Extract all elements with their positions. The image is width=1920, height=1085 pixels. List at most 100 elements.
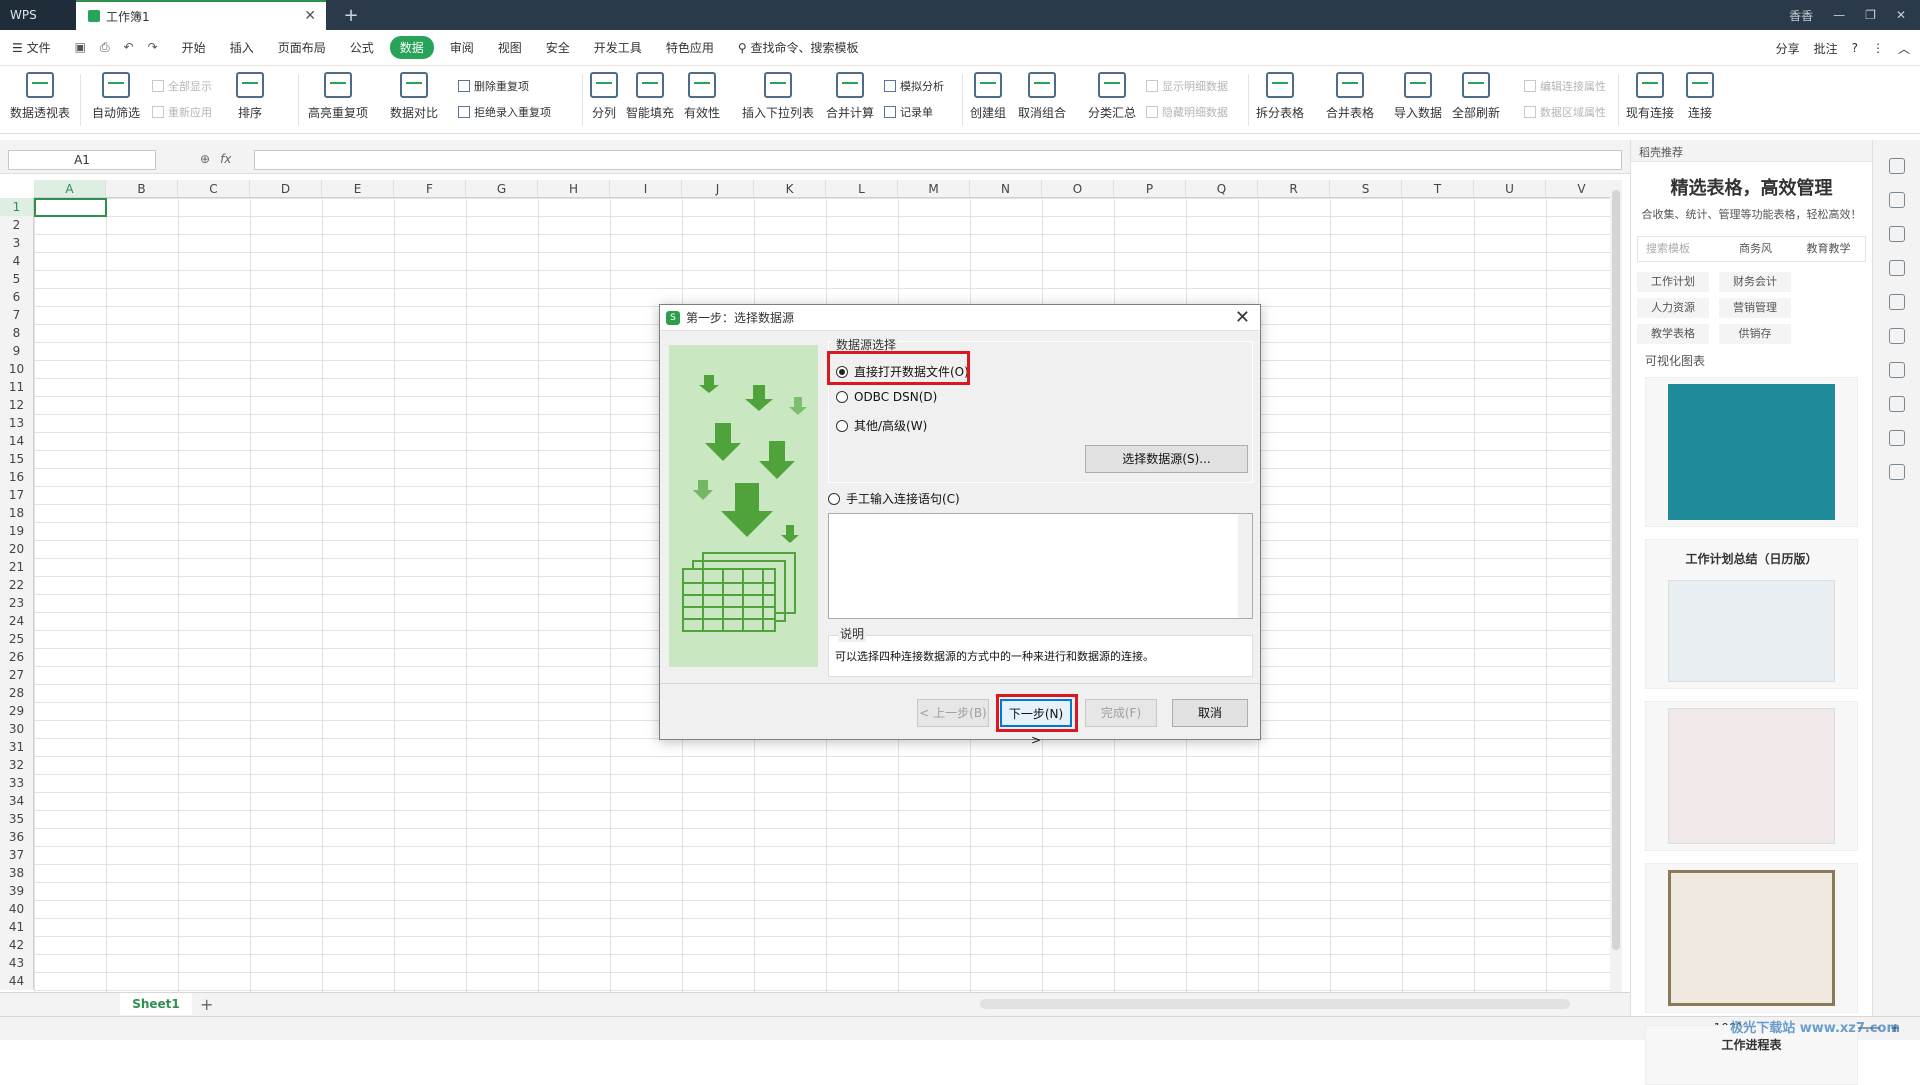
image-icon[interactable] [1889,362,1905,378]
row-header[interactable]: 9 [0,342,33,360]
row-header[interactable]: 16 [0,468,33,486]
smart-fill-button[interactable]: 智能填充 [626,72,674,121]
row-header[interactable]: 12 [0,396,33,414]
panel-header[interactable]: 稻壳推荐 [1631,140,1872,162]
shape-icon[interactable] [1889,192,1905,208]
menu-developer[interactable]: 开发工具 [582,39,654,56]
subtotal-button[interactable]: 分类汇总 [1088,72,1136,121]
template-icon[interactable] [1889,396,1905,412]
column-header[interactable]: B [106,180,178,197]
row-header[interactable]: 24 [0,612,33,630]
formula-input[interactable] [254,150,1622,170]
row-header[interactable]: 8 [0,324,33,342]
fx-icon[interactable]: fx [220,152,231,166]
range-properties-button[interactable]: 数据区域属性 [1524,104,1606,120]
template-card[interactable] [1645,863,1858,1013]
show-detail-button[interactable]: 显示明细数据 [1146,78,1228,94]
template-card[interactable] [1645,701,1858,851]
menu-view[interactable]: 视图 [486,39,534,56]
collapse-ribbon-icon[interactable]: ︿ [1898,40,1910,57]
column-header[interactable]: A [34,180,106,197]
row-header[interactable]: 14 [0,432,33,450]
row-header[interactable]: 3 [0,234,33,252]
tag-business[interactable]: 商务风 [1719,237,1792,261]
column-header[interactable]: N [970,180,1042,197]
connection-string-input[interactable] [828,513,1253,619]
show-all-button[interactable]: 全部显示 [152,78,212,94]
menu-data[interactable]: 数据 [390,36,434,59]
reapply-button[interactable]: 重新应用 [152,104,212,120]
undo-icon[interactable]: ↶ [124,40,134,55]
radio-other-advanced[interactable]: 其他/高级(W) [836,417,927,434]
prev-step-button[interactable]: < 上一步(B) [917,699,989,727]
zoom-function-icon[interactable]: ⊕ [200,152,210,166]
column-header[interactable]: M [898,180,970,197]
row-header[interactable]: 34 [0,792,33,810]
row-header[interactable]: 7 [0,306,33,324]
row-header[interactable]: 23 [0,594,33,612]
row-header[interactable]: 1 [0,198,33,216]
refresh-all-button[interactable]: 全部刷新 [1452,72,1500,121]
table-icon[interactable] [1889,260,1905,276]
row-header[interactable]: 33 [0,774,33,792]
text-to-columns-button[interactable]: 分列 [590,72,618,121]
row-header[interactable]: 19 [0,522,33,540]
scroll-thumb[interactable] [1612,190,1620,950]
column-header[interactable]: R [1258,180,1330,197]
split-table-button[interactable]: 拆分表格 [1256,72,1304,121]
hide-detail-button[interactable]: 隐藏明细数据 [1146,104,1228,120]
row-header[interactable]: 21 [0,558,33,576]
tab-wps[interactable]: WPS [0,0,76,30]
row-header[interactable]: 35 [0,810,33,828]
data-compare-button[interactable]: 数据对比 [390,72,438,121]
close-window-icon[interactable]: ✕ [1896,8,1906,22]
minimize-icon[interactable]: — [1833,8,1845,22]
share-button[interactable]: 分享 [1776,40,1800,57]
remove-duplicates-button[interactable]: 删除重复项 [458,78,529,94]
auto-filter-button[interactable]: 自动筛选 [92,72,140,121]
command-search[interactable]: ⚲ 查找命令、搜索模板 [726,39,871,56]
row-header[interactable]: 28 [0,684,33,702]
menu-security[interactable]: 安全 [534,39,582,56]
sort-button[interactable]: 排序 [236,72,264,121]
tag-finance[interactable]: 财务会计 [1719,272,1791,292]
menu-formula[interactable]: 公式 [338,39,386,56]
radio-odbc-dsn[interactable]: ODBC DSN(D) [836,390,937,404]
user-name[interactable]: 香香 [1789,7,1813,24]
highlight-duplicates-button[interactable]: 高亮重复项 [308,72,368,121]
name-box[interactable]: A1 [8,150,156,170]
what-if-button[interactable]: 模拟分析 [884,78,944,94]
menu-insert[interactable]: 插入 [218,39,266,56]
select-tool-icon[interactable] [1889,158,1905,174]
tag-work-plan[interactable]: 工作计划 [1637,272,1709,292]
column-header[interactable]: G [466,180,538,197]
template-card[interactable]: 工作计划总结（日历版） [1645,539,1858,689]
tag-hr[interactable]: 人力资源 [1637,298,1709,318]
row-header[interactable]: 5 [0,270,33,288]
import-data-button[interactable]: 导入数据 [1394,72,1442,121]
row-header[interactable]: 37 [0,846,33,864]
connect-button[interactable]: 连接 [1686,72,1714,121]
row-header[interactable]: 22 [0,576,33,594]
edit-connection-button[interactable]: 编辑连接属性 [1524,78,1606,94]
column-header[interactable]: H [538,180,610,197]
row-header[interactable]: 39 [0,882,33,900]
row-header[interactable]: 43 [0,954,33,972]
column-header[interactable]: P [1114,180,1186,197]
backup-icon[interactable] [1889,294,1905,310]
row-header[interactable]: 32 [0,756,33,774]
menu-home[interactable]: 开始 [170,39,218,56]
column-header[interactable]: S [1330,180,1402,197]
choose-data-source-button[interactable]: 选择数据源(S)... [1085,445,1248,473]
ungroup-button[interactable]: 取消组合 [1018,72,1066,121]
style-icon[interactable] [1889,226,1905,242]
screenshot-icon[interactable] [1889,328,1905,344]
existing-connections-button[interactable]: 现有连接 [1626,72,1674,121]
row-header[interactable]: 38 [0,864,33,882]
row-header[interactable]: 31 [0,738,33,756]
tag-supply[interactable]: 供销存 [1719,324,1791,344]
help-sidebar-icon[interactable] [1889,464,1905,480]
row-header[interactable]: 29 [0,702,33,720]
column-header[interactable]: I [610,180,682,197]
row-header[interactable]: 13 [0,414,33,432]
